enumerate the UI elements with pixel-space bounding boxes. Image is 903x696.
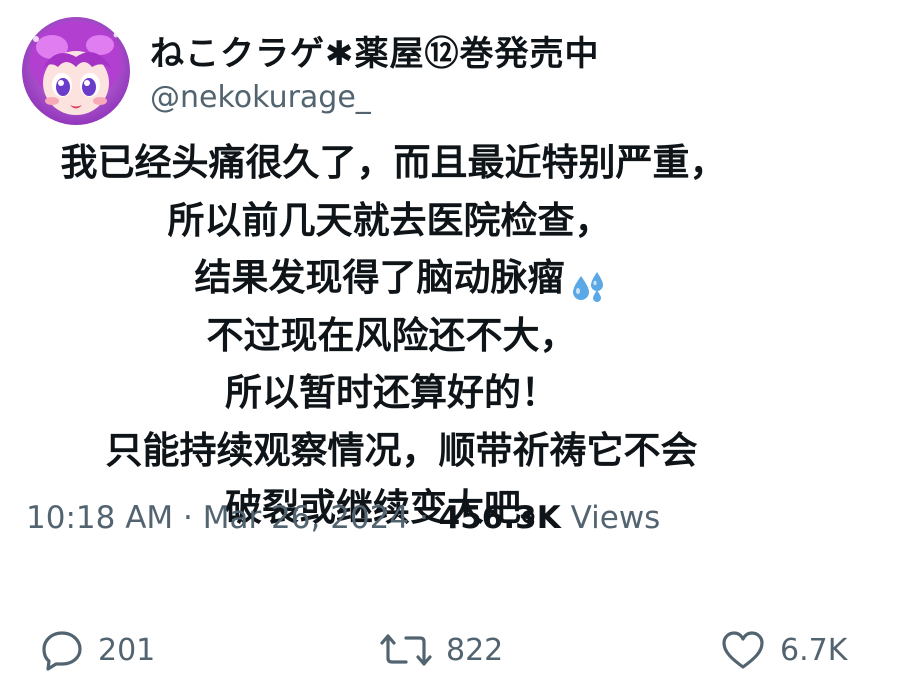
tweet-text: 我已经头痛很久了，而且最近特别严重， 所以前几天就去医院检查， 结果发现得了脑动… — [0, 134, 903, 537]
heart-icon — [720, 629, 766, 671]
reply-icon — [40, 629, 84, 671]
meta-separator: · — [409, 500, 439, 536]
anime-girl-avatar-icon — [22, 17, 130, 125]
tweet-line: 不过现在风险还不大， — [206, 313, 577, 357]
tweet-line: 所以暂时还算好的！ — [225, 371, 558, 414]
display-name[interactable]: ねこクラゲ✱薬屋⑫巻発売中 — [150, 26, 600, 75]
tweet-line: 只能持续观察情况，顺带祈祷它不会 — [105, 428, 698, 472]
tweet-date[interactable]: Mar 26, 2024 — [203, 500, 409, 536]
avatar[interactable] — [22, 17, 130, 125]
tweet-meta: 10:18 AM · Mar 26, 2024 · 456.3K Views — [26, 500, 660, 536]
sweat-droplets-icon — [569, 263, 609, 302]
views-count[interactable]: 456.3K — [439, 500, 561, 536]
reply-count: 201 — [98, 632, 156, 668]
tweet-card: ねこクラゲ✱薬屋⑫巻発売中 @nekokurage_ 我已经头痛很久了，而且最近… — [0, 0, 903, 696]
tweet-line: 我已经头痛很久了，而且最近特别严重， — [60, 141, 727, 184]
like-button[interactable]: 6.7K — [720, 624, 847, 676]
reply-button[interactable]: 201 — [40, 624, 155, 676]
tweet-line: 所以前几天就去医院检查， — [167, 198, 612, 242]
tweet-line: 结果发现得了脑动脉瘤 — [0, 249, 853, 307]
tweet-line-text: 结果发现得了脑动脉瘤 — [194, 256, 565, 299]
user-handle[interactable]: @nekokurage_ — [150, 80, 371, 115]
retweet-button[interactable]: 822 — [380, 624, 503, 676]
retweet-count: 822 — [446, 632, 504, 668]
retweet-icon — [380, 630, 432, 670]
meta-separator: · — [173, 500, 203, 536]
tweet-time[interactable]: 10:18 AM — [26, 500, 173, 536]
views-label: Views — [560, 500, 661, 536]
like-count: 6.7K — [780, 632, 848, 668]
